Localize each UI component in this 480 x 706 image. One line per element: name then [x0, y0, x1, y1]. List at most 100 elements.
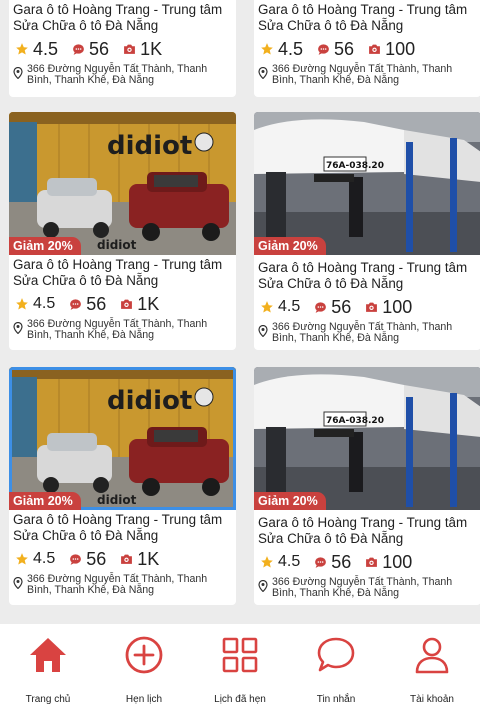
star-icon: [260, 300, 274, 314]
rating-value: 4.5: [278, 298, 301, 315]
garage-photo-showroom[interactable]: didiot didiot Giảm 20%: [9, 112, 236, 255]
address-text: 366 Đường Nguyễn Tất Thành, Thanh Bình, …: [272, 576, 453, 599]
garage-card[interactable]: didiot didiot Giảm 20% Gara ô tô Hoàng T…: [9, 367, 236, 605]
location-pin-icon: [258, 324, 268, 342]
location-pin-icon: [258, 579, 268, 597]
nav-label: Hẹn lịch: [125, 694, 163, 705]
location-pin-icon: [258, 66, 268, 84]
comment-icon: [317, 43, 330, 56]
nav-item-home[interactable]: Trang chủ: [0, 624, 96, 706]
address: 366 Đường Nguyễn Tất Thành, Thanh Bình, …: [254, 577, 480, 599]
photo-count: 1K: [137, 293, 160, 314]
bottom-nav: Trang chủ Hẹn lịch Lịch đã hẹn Tin nhắn …: [0, 624, 480, 706]
license-plate: 76A-038.20: [326, 416, 384, 426]
photo-count: 100: [382, 551, 413, 572]
stats-row: 4.5 56 100: [254, 547, 480, 577]
photo-count: 1K: [140, 38, 163, 59]
nav-label: Lịch đã hẹn: [214, 694, 266, 705]
stats-row: 4.5 56 100: [254, 34, 480, 64]
camera-icon: [120, 553, 133, 565]
garage-photo-lift[interactable]: 76A-038.20 Giảm 20%: [254, 112, 480, 255]
garage-title: Gara ô tô Hoàng Trang - Trung tâm Sửa Ch…: [258, 260, 468, 291]
garage-card[interactable]: Gara ô tô Hoàng Trang - Trung tâm Sửa Ch…: [9, 0, 236, 97]
camera-icon: [368, 43, 381, 55]
comment-count: 56: [331, 551, 352, 572]
garage-title: Gara ô tô Hoàng Trang - Trung tâm Sửa Ch…: [258, 2, 468, 33]
comment-icon: [69, 298, 82, 311]
comment-count: 56: [334, 38, 355, 59]
address: 366 Đường Nguyễn Tất Thành, Thanh Bình, …: [254, 322, 480, 344]
plus-circle-icon: [125, 634, 163, 676]
comment-icon: [69, 553, 82, 566]
photo-count: 100: [382, 296, 413, 317]
nav-item-messages[interactable]: Tin nhắn: [288, 624, 384, 706]
stats-row: 4.5 56 1K: [9, 289, 236, 319]
address: 366 Đường Nguyễn Tất Thành, Thanh Bình, …: [254, 64, 480, 86]
nav-label: Trang chủ: [25, 694, 71, 705]
address-text: 366 Đường Nguyễn Tất Thành, Thanh Bình, …: [27, 63, 208, 86]
discount-badge: Giảm 20%: [254, 237, 326, 255]
nav-item-account[interactable]: Tài khoản: [384, 624, 480, 706]
didiot-logo: didiot: [107, 131, 192, 161]
comment-icon: [72, 43, 85, 56]
garage-card[interactable]: didiot didiot Giảm 20% Gara ô tô Hoàng T…: [9, 112, 236, 350]
didiot-logo-small: didiot: [97, 238, 137, 252]
photo-count: 100: [385, 38, 416, 59]
star-icon: [15, 42, 29, 56]
didiot-logo: didiot: [107, 386, 192, 416]
discount-badge: Giảm 20%: [254, 492, 326, 510]
garage-card[interactable]: 76A-038.20 Giảm 20% Gara ô tô Hoàng Tran…: [254, 112, 480, 350]
rating-value: 4.5: [33, 38, 59, 59]
comment-icon: [314, 556, 327, 569]
star-icon: [15, 552, 29, 566]
nav-item-appointments[interactable]: Lịch đã hẹn: [192, 624, 288, 706]
garage-card[interactable]: Gara ô tô Hoàng Trang - Trung tâm Sửa Ch…: [254, 0, 480, 97]
location-pin-icon: [13, 66, 23, 84]
star-icon: [260, 555, 274, 569]
rating-value: 4.5: [278, 553, 301, 570]
chat-icon: [316, 634, 356, 676]
garage-title: Gara ô tô Hoàng Trang - Trung tâm Sửa Ch…: [13, 257, 223, 288]
discount-badge: Giảm 20%: [9, 237, 81, 255]
location-pin-icon: [13, 576, 23, 594]
license-plate: 76A-038.20: [326, 161, 384, 171]
garage-grid: Gara ô tô Hoàng Trang - Trung tâm Sửa Ch…: [0, 0, 480, 624]
grid-icon: [222, 634, 258, 676]
home-icon: [28, 634, 68, 676]
comment-count: 56: [89, 38, 110, 59]
didiot-logo-small: didiot: [97, 493, 137, 507]
stats-row: 4.5 56 100: [254, 292, 480, 322]
address-text: 366 Đường Nguyễn Tất Thành, Thanh Bình, …: [272, 321, 453, 344]
garage-photo-lift[interactable]: 76A-038.20 Giảm 20%: [254, 367, 480, 510]
address: 366 Đường Nguyễn Tất Thành, Thanh Bình, …: [9, 319, 236, 341]
nav-label: Tài khoản: [410, 694, 454, 705]
garage-title: Gara ô tô Hoàng Trang - Trung tâm Sửa Ch…: [258, 515, 468, 546]
nav-label: Tin nhắn: [316, 694, 356, 705]
garage-card[interactable]: 76A-038.20 Giảm 20% Gara ô tô Hoàng Tran…: [254, 367, 480, 605]
stats-row: 4.5 56 1K: [9, 34, 236, 64]
address-text: 366 Đường Nguyễn Tất Thành, Thanh Bình, …: [27, 318, 208, 341]
star-icon: [260, 42, 274, 56]
address-text: 366 Đường Nguyễn Tất Thành, Thanh Bình, …: [27, 573, 208, 596]
rating-value: 4.5: [33, 550, 56, 567]
camera-icon: [123, 43, 136, 55]
location-pin-icon: [13, 321, 23, 339]
comment-count: 56: [86, 293, 107, 314]
nav-item-book[interactable]: Hẹn lịch: [96, 624, 192, 706]
comment-count: 56: [86, 548, 107, 569]
user-icon: [414, 634, 450, 676]
photo-count: 1K: [137, 548, 160, 569]
comment-icon: [314, 301, 327, 314]
address: 366 Đường Nguyễn Tất Thành, Thanh Bình, …: [9, 574, 236, 596]
camera-icon: [365, 301, 378, 313]
address-text: 366 Đường Nguyễn Tất Thành, Thanh Bình, …: [272, 63, 453, 86]
star-icon: [15, 297, 29, 311]
address: 366 Đường Nguyễn Tất Thành, Thanh Bình, …: [9, 64, 236, 86]
rating-value: 4.5: [278, 38, 304, 59]
garage-title: Gara ô tô Hoàng Trang - Trung tâm Sửa Ch…: [13, 2, 223, 33]
camera-icon: [365, 556, 378, 568]
comment-count: 56: [331, 296, 352, 317]
garage-photo-showroom[interactable]: didiot didiot Giảm 20%: [9, 367, 236, 510]
discount-badge: Giảm 20%: [9, 492, 81, 510]
garage-title: Gara ô tô Hoàng Trang - Trung tâm Sửa Ch…: [13, 512, 223, 543]
